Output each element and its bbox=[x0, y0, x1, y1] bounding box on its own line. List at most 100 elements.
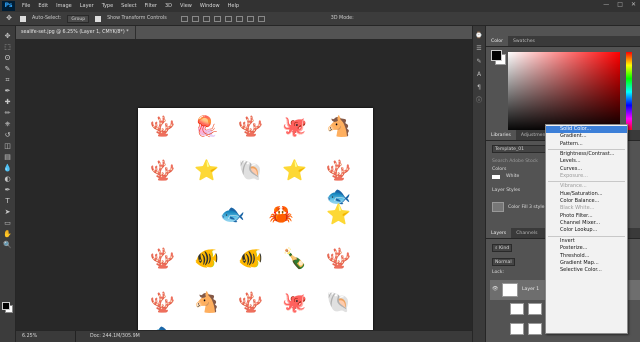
menu-image[interactable]: Image bbox=[52, 3, 76, 9]
align-bottom-icon[interactable] bbox=[202, 15, 210, 22]
pen-tool-icon[interactable]: ✒ bbox=[3, 186, 13, 195]
document-workspace[interactable]: 🪸🪼🪸🐙🐴🪸⭐🐚⭐🪸🐟🐟🦀⭐🪸🐠🐠🍾🪸🪸🐴🪸🐙🐚🐟 bbox=[16, 39, 472, 342]
auto-select-dropdown[interactable]: Group bbox=[67, 14, 90, 23]
hand-tool-icon[interactable]: ✋ bbox=[3, 230, 13, 239]
brush-panel-icon[interactable]: ✎ bbox=[475, 58, 483, 65]
menu-item-brightness-contrast[interactable]: Brightness/Contrast... bbox=[546, 151, 627, 158]
align-center-icon[interactable] bbox=[224, 15, 232, 22]
menu-item-invert[interactable]: Invert bbox=[546, 238, 627, 245]
show-transform-checkbox[interactable] bbox=[95, 15, 102, 22]
stamp-tool-icon[interactable]: ⎈ bbox=[3, 120, 13, 129]
menu-item-color-lookup[interactable]: Color Lookup... bbox=[546, 227, 627, 234]
menu-item-posterize[interactable]: Posterize... bbox=[546, 245, 627, 252]
tab-color[interactable]: Color bbox=[486, 36, 508, 46]
canvas-image[interactable]: 🪸🪼🪸🐙🐴🪸⭐🐚⭐🪸🐟🐟🦀⭐🪸🐠🐠🍾🪸🪸🐴🪸🐙🐚🐟 bbox=[138, 108, 373, 342]
layer-name[interactable]: Layer 1 bbox=[522, 287, 539, 292]
align-middle-icon[interactable] bbox=[191, 15, 199, 22]
menu-select[interactable]: Select bbox=[117, 3, 140, 9]
menu-view[interactable]: View bbox=[176, 3, 196, 9]
menu-item-solid-color[interactable]: Solid Color... bbox=[546, 126, 627, 134]
move-tool-icon[interactable]: ✥ bbox=[3, 32, 13, 41]
visibility-eye-icon[interactable]: 👁 bbox=[492, 286, 498, 292]
type-tool-icon[interactable]: T bbox=[3, 197, 13, 206]
menu-file[interactable]: File bbox=[18, 3, 34, 9]
hue-slider[interactable] bbox=[626, 52, 632, 132]
paragraph-icon[interactable]: ¶ bbox=[475, 84, 483, 91]
menu-edit[interactable]: Edit bbox=[34, 3, 52, 9]
lasso-tool-icon[interactable]: ʘ bbox=[3, 54, 13, 63]
gradient-tool-icon[interactable]: ▤ bbox=[3, 153, 13, 162]
quick-select-tool-icon[interactable]: ✎ bbox=[3, 65, 13, 74]
layer-filter-kind[interactable]: ⌕ Kind bbox=[492, 244, 513, 252]
white-swatch[interactable] bbox=[492, 175, 500, 179]
path-select-tool-icon[interactable]: ➤ bbox=[3, 208, 13, 217]
minimize-icon[interactable]: — bbox=[603, 1, 609, 8]
close-icon[interactable]: ✕ bbox=[631, 1, 636, 8]
menu-item-gradient-map[interactable]: Gradient Map... bbox=[546, 260, 627, 267]
blend-row: Normal bbox=[492, 258, 515, 266]
eyedropper-tool-icon[interactable]: ✒ bbox=[3, 87, 13, 96]
tab-layers[interactable]: Layers bbox=[486, 228, 512, 238]
menu-type[interactable]: Type bbox=[98, 3, 117, 9]
adjustment-layer-thumbnail bbox=[510, 303, 524, 315]
blur-tool-icon[interactable]: 💧 bbox=[3, 164, 13, 173]
maximize-icon[interactable]: □ bbox=[617, 1, 623, 8]
healing-tool-icon[interactable]: ✚ bbox=[3, 98, 13, 107]
eraser-tool-icon[interactable]: ◫ bbox=[3, 142, 13, 151]
properties-icon[interactable]: ☰ bbox=[475, 45, 483, 52]
document-tab[interactable]: sealife-set.jpg @ 6.25% (Layer 1, CMYK/8… bbox=[16, 26, 136, 48]
move-icon[interactable]: ✥ bbox=[4, 14, 14, 23]
menu-separator bbox=[548, 235, 625, 237]
sea-creature-illustration: 🪼 bbox=[194, 114, 219, 138]
character-icon[interactable]: A bbox=[475, 71, 483, 78]
zoom-level[interactable]: 6.25% bbox=[16, 331, 76, 342]
colors-label: Colors bbox=[492, 167, 507, 172]
dodge-tool-icon[interactable]: ◐ bbox=[3, 175, 13, 184]
menu-3d[interactable]: 3D bbox=[161, 3, 176, 9]
menu-item-gradient[interactable]: Gradient... bbox=[546, 133, 627, 140]
distribute-icon[interactable] bbox=[246, 15, 254, 22]
tab-swatches[interactable]: Swatches bbox=[508, 36, 540, 46]
history-brush-tool-icon[interactable]: ↺ bbox=[3, 131, 13, 140]
menu-item-photo-filter[interactable]: Photo Filter... bbox=[546, 213, 627, 220]
menu-item-selective-color[interactable]: Selective Color... bbox=[546, 267, 627, 274]
auto-select-checkbox[interactable] bbox=[20, 15, 26, 22]
align-top-icon[interactable] bbox=[180, 15, 188, 22]
align-right-icon[interactable] bbox=[235, 15, 243, 22]
info-icon[interactable]: ⓘ bbox=[475, 97, 483, 104]
menu-item-hue-saturation[interactable]: Hue/Saturation... bbox=[546, 191, 627, 198]
menu-item-exposure: Exposure... bbox=[560, 173, 588, 180]
sea-creature-illustration: 🪸 bbox=[150, 114, 175, 138]
stock-search-input[interactable]: Search Adobe Stock bbox=[492, 159, 538, 164]
brush-tool-icon[interactable]: ✏ bbox=[3, 109, 13, 118]
library-select[interactable]: Template_01 bbox=[492, 145, 548, 153]
tab-channels[interactable]: Channels bbox=[511, 228, 542, 238]
menu-help[interactable]: Help bbox=[224, 3, 243, 9]
crop-tool-icon[interactable]: ⌗ bbox=[3, 76, 13, 85]
menu-filter[interactable]: Filter bbox=[141, 3, 161, 9]
sea-creature-illustration: 🪸 bbox=[238, 290, 263, 314]
menu-item-threshold[interactable]: Threshold... bbox=[546, 253, 627, 260]
sea-creature-illustration: 🐙 bbox=[282, 114, 307, 138]
menu-item-channel-mixer[interactable]: Channel Mixer... bbox=[546, 220, 627, 227]
menu-item-pattern[interactable]: Pattern... bbox=[546, 141, 627, 148]
menu-item-color-balance[interactable]: Color Balance... bbox=[546, 198, 627, 205]
zoom-tool-icon[interactable]: 🔍 bbox=[3, 241, 13, 250]
menu-window[interactable]: Window bbox=[196, 3, 224, 9]
marquee-tool-icon[interactable]: ⬚ bbox=[3, 43, 13, 52]
tab-libraries[interactable]: Libraries bbox=[486, 130, 516, 140]
align-left-icon[interactable] bbox=[213, 15, 221, 22]
menu-item-levels[interactable]: Levels... bbox=[546, 158, 627, 165]
distribute-h-icon[interactable] bbox=[257, 15, 265, 22]
menu-item-curves[interactable]: Curves... bbox=[546, 166, 627, 173]
layer-style-thumbnail[interactable] bbox=[492, 202, 504, 212]
color-panel-foreground[interactable] bbox=[491, 50, 502, 61]
blend-mode-select[interactable]: Normal bbox=[492, 258, 515, 266]
shape-tool-icon[interactable]: ▭ bbox=[3, 219, 13, 228]
sea-creature-illustration: 🐠 bbox=[238, 246, 263, 270]
history-icon[interactable]: ⌚ bbox=[475, 32, 483, 39]
foreground-color-swatch[interactable] bbox=[2, 302, 10, 310]
menu-layer[interactable]: Layer bbox=[76, 3, 98, 9]
sea-creature-illustration: 🦀 bbox=[268, 202, 294, 226]
color-spectrum[interactable] bbox=[508, 52, 620, 132]
